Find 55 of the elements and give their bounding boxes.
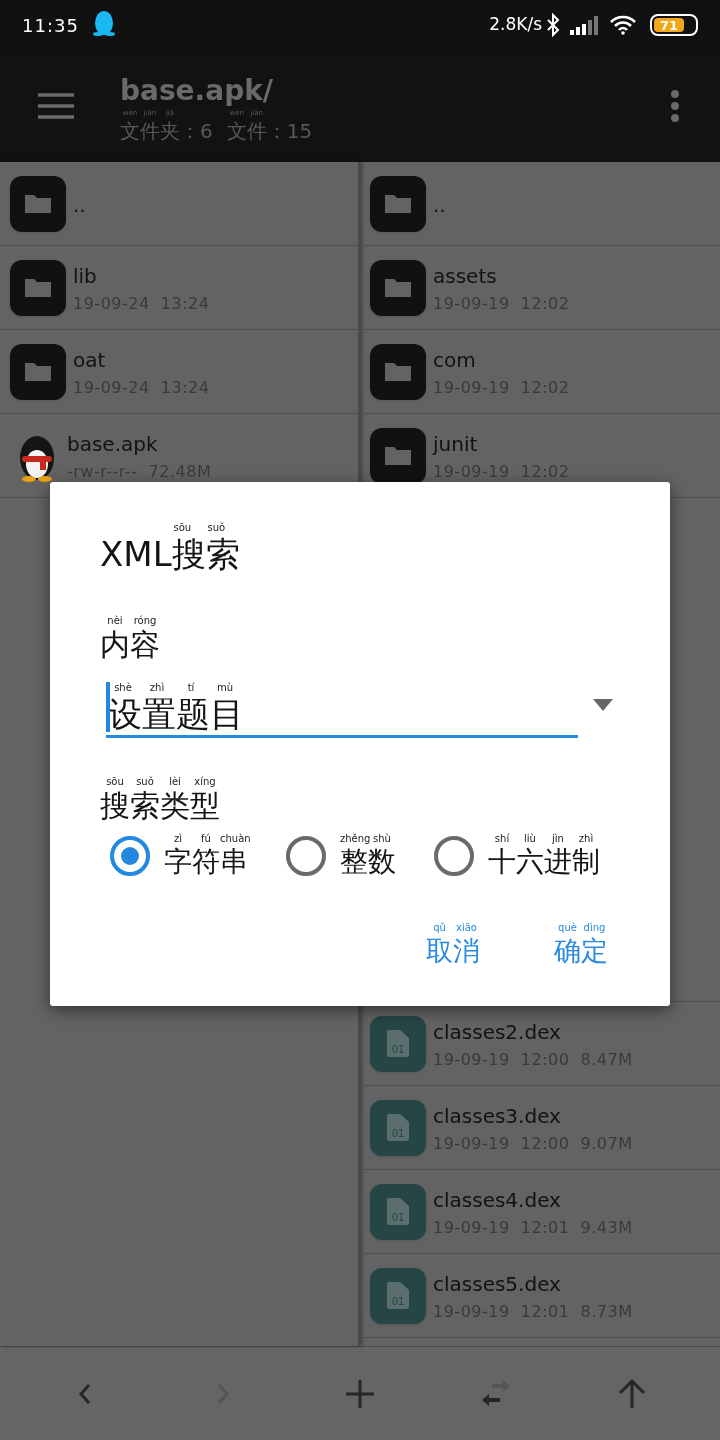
network-speed: 2.8K/s [489,13,542,37]
file-name: classes2.dex [433,1019,562,1044]
pinyin-annotation: qǔ xiāo [432,922,478,935]
menu-icon[interactable] [38,93,74,119]
wifi-icon [610,15,636,35]
folder-icon [370,427,426,484]
file-name: classes3.dex [433,1103,562,1128]
item-count: 文件夹：6 [120,121,213,141]
radio-button[interactable] [286,836,326,876]
cancel-button[interactable]: qǔ xiāo 取消 [426,922,480,964]
confirm-button[interactable]: què dìng 确定 [554,922,608,964]
clock: 11:35 [22,13,79,38]
battery-icon: 71 [650,14,698,36]
file-name: junit [433,431,479,456]
file-name: lib [73,263,98,288]
dialog-title: XML搜索 [100,537,240,571]
folder-icon [10,175,66,232]
file-name: .. [433,192,446,217]
signal-icon [570,15,598,35]
file-name: oat [73,347,107,372]
folder-icon [10,343,66,400]
radio-button[interactable] [110,836,150,876]
pinyin-annotation: sōu suǒ [172,522,227,535]
file-name: .. [73,192,86,217]
file-name: classes4.dex [433,1187,562,1212]
pinyin-annotation: sōu suǒ lèi xíng [105,776,217,789]
folder-icon [370,259,426,316]
pinyin-annotation: zhěng shù [340,833,392,846]
pinyin-annotation: què dìng [557,922,607,935]
more-options-icon[interactable] [670,89,680,123]
pinyin-annotation: nèi róng [106,615,158,628]
file-name: com [433,347,477,372]
bluetooth-icon [546,13,560,37]
pinyin-annotation: shè zhì tí mù [113,682,235,695]
radio-button[interactable] [434,836,474,876]
radio-label: 整数 [340,848,396,876]
content-dropdown-field[interactable]: shè zhì tí mù 设置题目 [106,682,578,738]
folder-title: base.apk/ [120,75,274,107]
file-name: base.apk [67,431,159,456]
field-label: 搜索类型 [100,791,220,821]
folder-icon [370,175,426,232]
folder-icon [10,259,66,316]
radio-label: 字符串 [164,848,248,876]
folder-icon [370,343,426,400]
dropdown-caret-icon[interactable] [593,699,613,711]
file-name: assets [433,263,498,288]
pinyin-annotation: shí liù jìn zhì [493,833,595,846]
penguin-icon [92,10,115,36]
file-row[interactable]: .. [360,162,720,246]
item-count: 文件：15 [226,121,313,141]
file-name: classes5.dex [433,1271,562,1296]
radio-label: 十六进制 [488,848,600,876]
field-label: 内容 [100,630,160,660]
pinyin-annotation: zì fú chuàn [173,833,248,846]
file-row[interactable]: .. [0,162,358,246]
